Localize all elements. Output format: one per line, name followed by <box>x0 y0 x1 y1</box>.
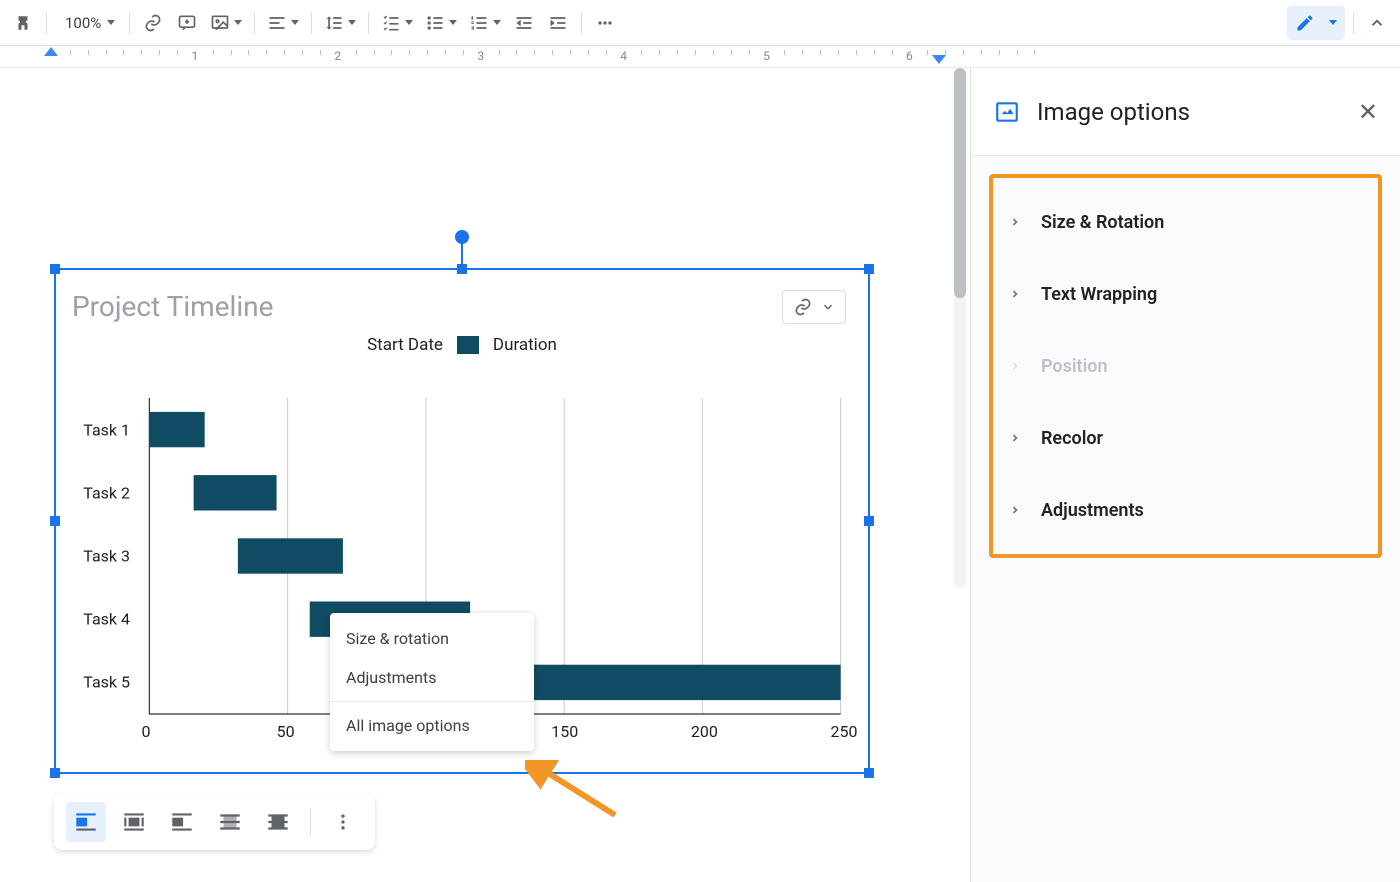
editing-mode-dropdown[interactable] <box>1287 6 1345 40</box>
separator <box>368 12 369 34</box>
insert-link-icon[interactable] <box>138 8 168 38</box>
decrease-indent-icon[interactable] <box>509 8 539 38</box>
close-icon[interactable]: ✕ <box>1358 98 1378 126</box>
caret-down-icon <box>1329 20 1337 25</box>
x-tick-label: 150 <box>551 722 578 741</box>
sidebar-options-highlight: Size & Rotation Text Wrapping Position Reco… <box>989 174 1382 558</box>
paint-format-icon[interactable] <box>8 8 38 38</box>
resize-handle[interactable] <box>457 264 467 274</box>
separator <box>311 12 312 34</box>
x-tick-label: 0 <box>142 722 151 741</box>
chevron-right-icon <box>1009 504 1023 516</box>
separator <box>310 808 311 836</box>
menu-separator <box>330 701 534 702</box>
break-text-button[interactable] <box>162 802 202 842</box>
chevron-right-icon <box>1009 216 1023 228</box>
resize-handle[interactable] <box>864 768 874 778</box>
line-spacing-dropdown[interactable] <box>320 8 360 38</box>
resize-handle[interactable] <box>864 264 874 274</box>
y-tick-label: Task 1 <box>83 420 130 439</box>
context-menu-item[interactable]: Size & rotation <box>330 619 534 658</box>
sidebar-section-row: Position <box>993 330 1378 402</box>
in-front-text-button[interactable] <box>258 802 298 842</box>
left-indent-marker[interactable] <box>44 47 58 56</box>
sidebar-header: Image options ✕ <box>971 68 1400 156</box>
chevron-right-icon <box>1009 432 1023 444</box>
sidebar-row-label: Text Wrapping <box>1041 284 1157 305</box>
sidebar-section-row[interactable]: Recolor <box>993 402 1378 474</box>
checklist-dropdown[interactable] <box>377 8 417 38</box>
sidebar-row-label: Size & Rotation <box>1041 212 1164 233</box>
bar <box>238 538 343 573</box>
numbered-list-dropdown[interactable] <box>465 8 505 38</box>
wrap-text-button[interactable] <box>114 802 154 842</box>
sidebar-section-row[interactable]: Size & Rotation <box>993 186 1378 258</box>
legend-series2-label: Duration <box>493 335 557 355</box>
image-icon <box>993 98 1021 126</box>
sidebar-title: Image options <box>1037 98 1342 126</box>
more-layout-options-button[interactable] <box>323 802 363 842</box>
more-icon[interactable] <box>590 8 620 38</box>
legend-swatch <box>457 336 479 354</box>
y-tick-label: Task 2 <box>83 483 130 502</box>
context-menu: Size & rotation Adjustments All image op… <box>330 613 534 751</box>
add-comment-icon[interactable] <box>172 8 202 38</box>
context-menu-item[interactable]: Adjustments <box>330 658 534 697</box>
zoom-dropdown[interactable]: 100% <box>55 8 121 38</box>
image-options-sidebar: Image options ✕ Size & Rotation Text Wrap… <box>970 68 1400 882</box>
x-tick-label: 250 <box>831 722 858 741</box>
y-tick-label: Task 5 <box>83 673 130 692</box>
resize-handle[interactable] <box>50 264 60 274</box>
rotate-line <box>461 238 463 264</box>
behind-text-button[interactable] <box>210 802 250 842</box>
horizontal-ruler[interactable]: 123456 <box>0 46 1400 68</box>
main-toolbar: 100% <box>0 0 1400 46</box>
y-tick-label: Task 3 <box>83 547 130 566</box>
sidebar-row-label: Recolor <box>1041 428 1103 449</box>
resize-handle[interactable] <box>864 516 874 526</box>
zoom-value: 100% <box>65 14 101 32</box>
separator <box>46 12 47 34</box>
align-dropdown[interactable] <box>263 8 303 38</box>
separator <box>254 12 255 34</box>
bulleted-list-dropdown[interactable] <box>421 8 461 38</box>
chart-title: Project Timeline <box>68 282 856 335</box>
chevron-right-icon <box>1009 360 1023 372</box>
sidebar-row-label: Adjustments <box>1041 500 1144 521</box>
separator <box>1353 12 1354 34</box>
separator <box>581 12 582 34</box>
caret-down-icon <box>107 20 115 25</box>
image-layout-toolbar <box>54 794 375 850</box>
right-indent-marker[interactable] <box>932 55 946 64</box>
separator <box>129 12 130 34</box>
sidebar-row-label: Position <box>1041 356 1108 377</box>
bar <box>149 412 204 447</box>
y-tick-label: Task 4 <box>83 610 130 629</box>
chart-link-menu[interactable] <box>782 290 846 324</box>
collapse-toolbar-icon[interactable] <box>1362 8 1392 38</box>
x-tick-label: 50 <box>277 722 295 741</box>
insert-image-dropdown[interactable] <box>206 8 246 38</box>
chevron-right-icon <box>1009 288 1023 300</box>
legend-series1-label: Start Date <box>367 335 443 355</box>
chart-legend: Start Date Duration <box>68 335 856 355</box>
scrollbar-thumb[interactable] <box>954 68 966 298</box>
inline-layout-button[interactable] <box>66 802 106 842</box>
x-tick-label: 200 <box>691 722 718 741</box>
resize-handle[interactable] <box>50 516 60 526</box>
sidebar-section-row[interactable]: Text Wrapping <box>993 258 1378 330</box>
document-canvas[interactable]: Project Timeline Start Date Duration Tas… <box>0 68 970 882</box>
y-axis: Task 1 Task 2 Task 3 Task 4 Task 5 <box>78 398 138 714</box>
context-menu-all-options[interactable]: All image options <box>330 706 534 745</box>
bar <box>194 475 277 510</box>
resize-handle[interactable] <box>50 768 60 778</box>
increase-indent-icon[interactable] <box>543 8 573 38</box>
sidebar-section-row[interactable]: Adjustments <box>993 474 1378 546</box>
